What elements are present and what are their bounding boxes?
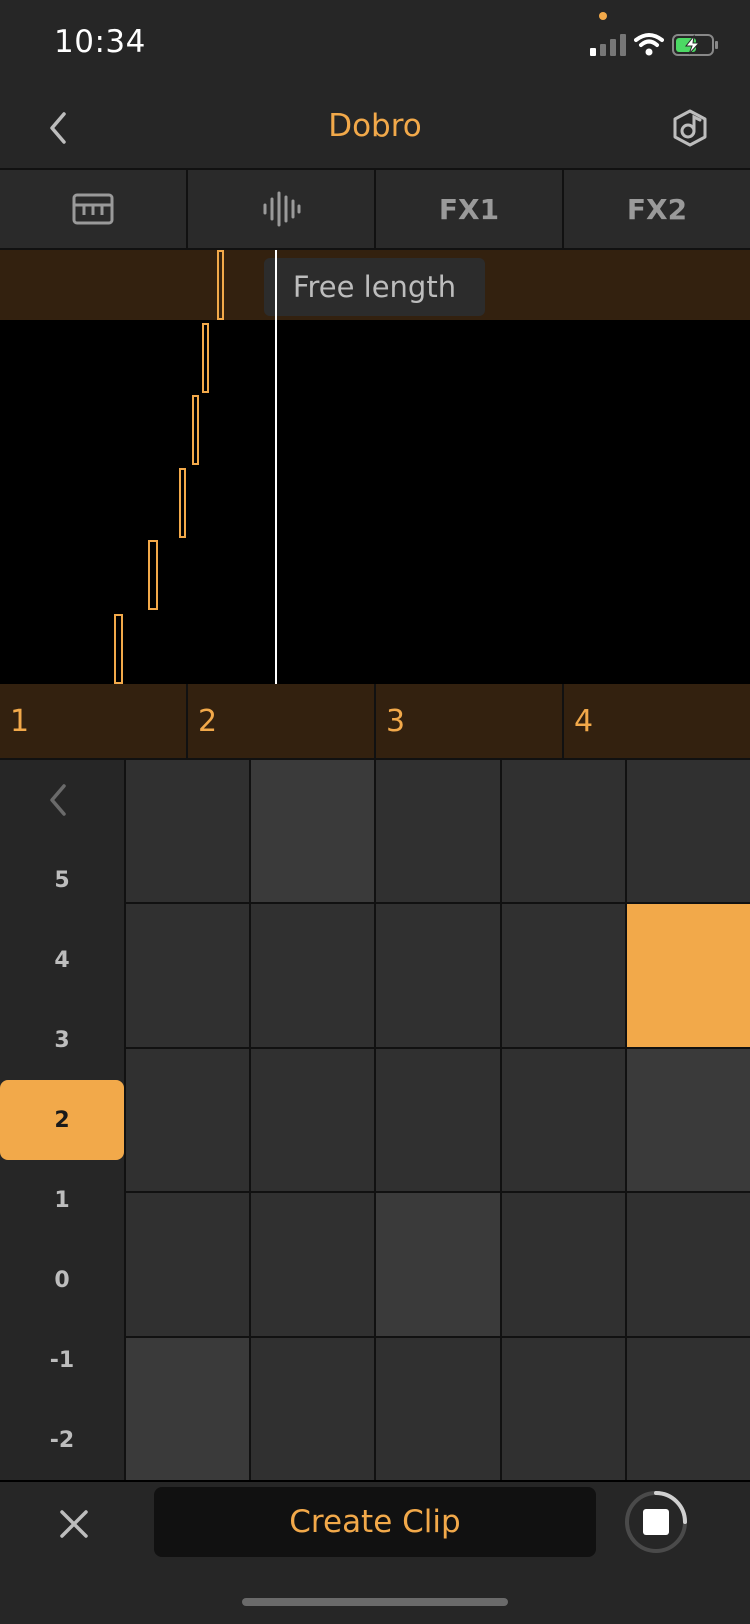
- pad[interactable]: [251, 760, 375, 903]
- octave-0[interactable]: 0: [0, 1268, 124, 1293]
- pad[interactable]: [376, 760, 500, 903]
- page-title: Dobro: [328, 108, 422, 144]
- octave-5[interactable]: 5: [0, 868, 124, 893]
- octave-4[interactable]: 4: [0, 948, 124, 973]
- pad[interactable]: [251, 1048, 375, 1192]
- close-icon[interactable]: [56, 1506, 92, 1542]
- note[interactable]: [192, 395, 199, 465]
- pad[interactable]: [376, 1048, 500, 1192]
- octave-minus-1[interactable]: -1: [0, 1348, 124, 1373]
- pad-active[interactable]: [626, 904, 750, 1047]
- note[interactable]: [202, 323, 209, 393]
- pad[interactable]: [626, 1048, 750, 1192]
- status-time: 10:34: [54, 24, 146, 60]
- wifi-icon: [634, 33, 664, 56]
- playhead: [275, 250, 277, 684]
- octave-minus-2[interactable]: -2: [0, 1428, 124, 1453]
- pad[interactable]: [126, 1337, 250, 1480]
- pad[interactable]: [251, 904, 375, 1047]
- keyboard-icon: [72, 193, 114, 225]
- pad[interactable]: [376, 1193, 500, 1336]
- pad[interactable]: [626, 760, 750, 903]
- waveform-icon: [263, 191, 301, 227]
- pad-grid: [126, 760, 750, 1480]
- bar-number: 1: [0, 684, 188, 758]
- note[interactable]: [179, 468, 186, 538]
- pad[interactable]: [251, 1337, 375, 1480]
- bar-number: 3: [376, 684, 564, 758]
- note[interactable]: [217, 250, 224, 320]
- pad[interactable]: [376, 904, 500, 1047]
- pad[interactable]: [126, 760, 250, 903]
- pad[interactable]: [501, 1048, 625, 1192]
- pad[interactable]: [501, 1193, 625, 1336]
- privacy-indicator-dot: [599, 12, 607, 20]
- home-indicator: [242, 1598, 508, 1606]
- tab-sample[interactable]: [188, 170, 376, 248]
- pad[interactable]: [126, 904, 250, 1047]
- tab-fx1[interactable]: FX1: [376, 170, 564, 248]
- free-length-label[interactable]: Free length: [264, 258, 485, 316]
- pad[interactable]: [501, 904, 625, 1047]
- octave-2-selected[interactable]: 2: [0, 1080, 124, 1160]
- note[interactable]: [148, 540, 158, 610]
- octave-3[interactable]: 3: [0, 1028, 124, 1053]
- pad[interactable]: [626, 1337, 750, 1480]
- stop-record-icon[interactable]: [624, 1490, 688, 1554]
- pad[interactable]: [376, 1337, 500, 1480]
- pad[interactable]: [251, 1193, 375, 1336]
- octave-1[interactable]: 1: [0, 1188, 124, 1213]
- cellular-signal-icon: [590, 34, 626, 56]
- collapse-chevron-icon[interactable]: [44, 780, 72, 820]
- pad[interactable]: [626, 1193, 750, 1336]
- note-roll[interactable]: [0, 320, 750, 684]
- pad[interactable]: [501, 760, 625, 903]
- bar-ruler: 1 2 3 4: [0, 684, 750, 760]
- battery-charging-icon: [672, 34, 718, 56]
- pad[interactable]: [126, 1193, 250, 1336]
- pad[interactable]: [126, 1048, 250, 1192]
- note[interactable]: [114, 614, 123, 684]
- create-clip-button[interactable]: Create Clip: [154, 1487, 596, 1557]
- bar-number: 4: [574, 703, 594, 739]
- instrument-tabs: FX1 FX2: [0, 170, 750, 250]
- tab-fx2[interactable]: FX2: [564, 170, 750, 248]
- pad[interactable]: [501, 1337, 625, 1480]
- instrument-settings-icon[interactable]: [670, 108, 710, 148]
- tab-keyboard[interactable]: [0, 170, 188, 248]
- bar-number: 2: [188, 684, 376, 758]
